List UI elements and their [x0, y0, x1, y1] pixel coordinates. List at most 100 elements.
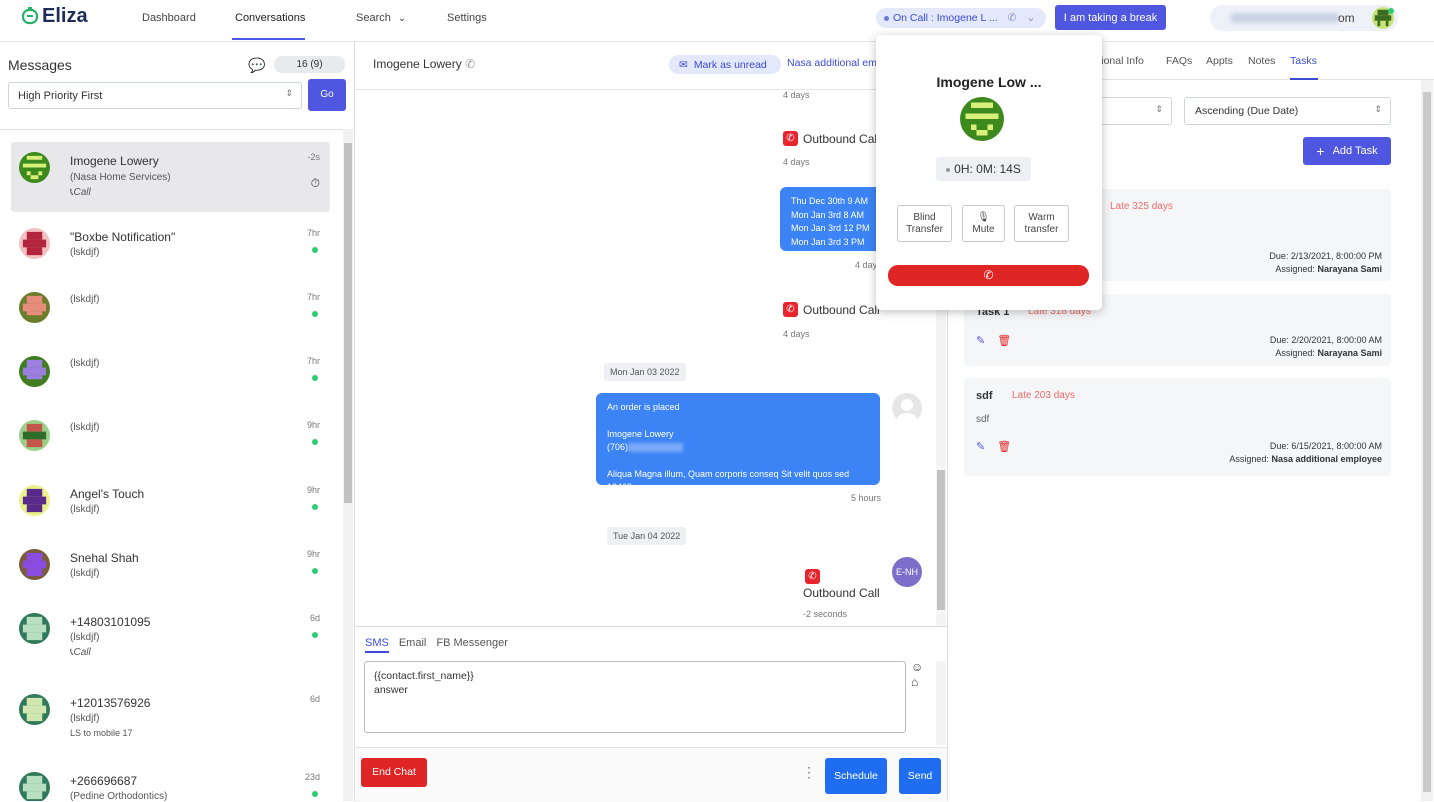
contact-company: (lskdjf) — [70, 632, 100, 643]
nav-search[interactable]: Search ⌄ — [356, 12, 406, 24]
composer-scrollbar[interactable] — [936, 661, 946, 745]
user-email-suffix: om — [1338, 11, 1355, 25]
trash-icon[interactable]: 🗑︎ — [997, 440, 1011, 453]
details-scrollbar[interactable] — [1421, 80, 1433, 801]
avatar — [19, 772, 50, 801]
message-input-line: {{contact.first_name}} — [374, 670, 474, 682]
call-event-label: Outbound Call — [803, 586, 880, 600]
nav-active-indicator — [232, 38, 305, 40]
mark-unread-button[interactable]: ✉ Mark as unread — [669, 55, 781, 74]
trash-icon[interactable]: 🗑︎ — [997, 334, 1011, 347]
list-item[interactable]: (lskdjf) 7hr — [11, 282, 330, 352]
composer-actions: End Chat ⋮ Schedule Send — [355, 747, 947, 802]
emoji-icon[interactable]: ☺ — [911, 660, 923, 674]
taking-break-button[interactable]: I am taking a break — [1055, 5, 1166, 30]
redacted-phone — [628, 443, 684, 453]
channel-tabs: SMS Email FB Messenger — [365, 637, 508, 653]
tab-tasks[interactable]: Tasks — [1290, 55, 1317, 67]
conversation-list[interactable]: Imogene Lowery (Nasa Home Services) 📞︎Ca… — [0, 129, 355, 801]
go-button[interactable]: Go — [308, 79, 346, 111]
select-arrows-icon: ⇕ — [285, 88, 293, 98]
schedule-button[interactable]: Schedule — [825, 758, 887, 794]
tab-fb-messenger[interactable]: FB Messenger — [436, 637, 508, 653]
sort-select[interactable]: High Priority First ⇕ — [8, 82, 302, 109]
chat-contact-name: Imogene Lowery ✆ — [373, 57, 475, 71]
task-actions: ✎ 🗑︎ — [976, 440, 1011, 453]
timestamp: 9hr — [306, 420, 320, 430]
call-timer: 0H: 0M: 14S — [936, 157, 1031, 181]
list-item[interactable]: (lskdjf) 9hr — [11, 410, 330, 480]
nav-conversations[interactable]: Conversations — [235, 12, 305, 24]
chat-panel: Imogene Lowery ✆ ✉ Mark as unread Nasa a… — [355, 42, 947, 802]
microphone-icon: 🎙︎ — [977, 212, 990, 223]
avatar — [19, 549, 50, 580]
on-call-indicator[interactable]: On Call : Imogene L ... ✆ ⌄ — [876, 8, 1046, 28]
edit-pencil-icon[interactable]: ✎ — [976, 440, 985, 453]
nav-dashboard[interactable]: Dashboard — [142, 12, 196, 24]
scrollbar-thumb[interactable] — [937, 470, 945, 610]
blind-transfer-label: Blind — [913, 212, 936, 223]
chat-bubbles-icon[interactable]: 💬 — [248, 57, 265, 74]
tab-active-indicator — [1290, 78, 1318, 80]
select-arrows-icon: ⇕ — [1374, 104, 1382, 114]
list-item[interactable]: Imogene Lowery (Nasa Home Services) 📞︎Ca… — [11, 142, 330, 212]
list-item[interactable]: "Boxbe Notification" (lskdjf) 7hr — [11, 218, 330, 288]
more-options-icon[interactable]: ⋮ — [802, 764, 816, 781]
app-logo[interactable]: Eliza — [22, 5, 88, 28]
edit-pencil-icon[interactable]: ✎ — [976, 334, 985, 347]
tab-appts[interactable]: Appts — [1206, 55, 1233, 67]
assigned-employee-tab[interactable]: Nasa additional em — [787, 57, 877, 69]
unread-dot — [312, 791, 318, 797]
message-thread[interactable]: 4 days ✆ Outbound Call 4 days Thu Dec 30… — [355, 90, 947, 626]
send-button[interactable]: Send — [899, 758, 941, 794]
user-menu[interactable]: om — [1210, 5, 1398, 31]
list-item[interactable]: Angel's Touch (lskdjf) 9hr — [11, 475, 330, 545]
tab-notes[interactable]: Notes — [1248, 55, 1275, 67]
list-item[interactable]: (lskdjf) 7hr — [11, 346, 330, 416]
message-input[interactable]: {{contact.first_name}} answer — [364, 661, 906, 733]
scrollbar-thumb[interactable] — [344, 143, 352, 503]
list-item[interactable]: +14803101095 (lskdjf) 📞︎Call 6d — [11, 603, 330, 673]
mark-unread-label: Mark as unread — [693, 58, 767, 71]
tab-sms[interactable]: SMS — [365, 637, 389, 653]
avatar — [19, 613, 50, 644]
eliza-logo-icon — [22, 6, 38, 24]
tab-faqs[interactable]: FAQs — [1166, 55, 1192, 67]
task-late-badge: Late 203 days — [1012, 390, 1075, 401]
bubble-spacer — [607, 455, 869, 468]
outbound-call-icon: ✆ — [783, 302, 798, 317]
hang-up-button[interactable]: ✆ — [888, 265, 1089, 286]
list-item[interactable]: +12013576926 (lskdjf) LS to mobile 17 6d — [11, 684, 330, 754]
add-task-button[interactable]: + Add Task — [1303, 137, 1391, 165]
tag-icon[interactable]: ⌂ — [911, 675, 918, 689]
task-card[interactable]: sdf Late 203 days sdf ✎ 🗑︎ Due: 6/15/202… — [964, 378, 1391, 476]
tab-additional-info[interactable]: itional Info — [1096, 55, 1144, 67]
end-chat-button[interactable]: End Chat — [361, 758, 427, 787]
message-time: 4 days — [783, 157, 810, 167]
contact-avatar-icon — [892, 393, 922, 423]
status-dot-icon — [884, 15, 889, 21]
warm-transfer-button[interactable]: Warm transfer — [1014, 205, 1069, 242]
date-separator: Mon Jan 03 2022 — [604, 363, 686, 381]
nav-search-label: Search — [356, 12, 391, 24]
list-item[interactable]: +266696687 (Pedine Orthodontics) 23d — [11, 762, 330, 801]
warm-transfer-label: transfer — [1024, 224, 1059, 235]
last-activity-label: Call — [73, 647, 91, 658]
bubble-line: Mon Jan 3rd 8 AM — [791, 209, 865, 220]
conversation-list-scrollbar[interactable] — [343, 129, 353, 801]
list-item[interactable]: Snehal Shah (lskdjf) 9hr — [11, 539, 330, 609]
message-input-line: answer — [374, 684, 408, 696]
timestamp: 9hr — [306, 549, 320, 559]
mute-button[interactable]: 🎙︎ Mute — [962, 205, 1005, 242]
phone-call-icon[interactable]: ✆ — [465, 57, 475, 71]
blind-transfer-button[interactable]: Blind Transfer — [897, 205, 952, 242]
tab-email[interactable]: Email — [399, 637, 427, 653]
task-description: sdf — [976, 414, 990, 425]
scrollbar-thumb[interactable] — [1423, 92, 1431, 792]
sort-order-select[interactable]: Ascending (Due Date) ⇕ — [1184, 97, 1391, 125]
task-assignee: Narayana Sami — [1317, 264, 1382, 274]
nav-settings[interactable]: Settings — [447, 12, 487, 24]
message-time: 4 day — [855, 260, 878, 270]
avatar — [19, 485, 50, 516]
message-time: 5 hours — [851, 493, 882, 503]
